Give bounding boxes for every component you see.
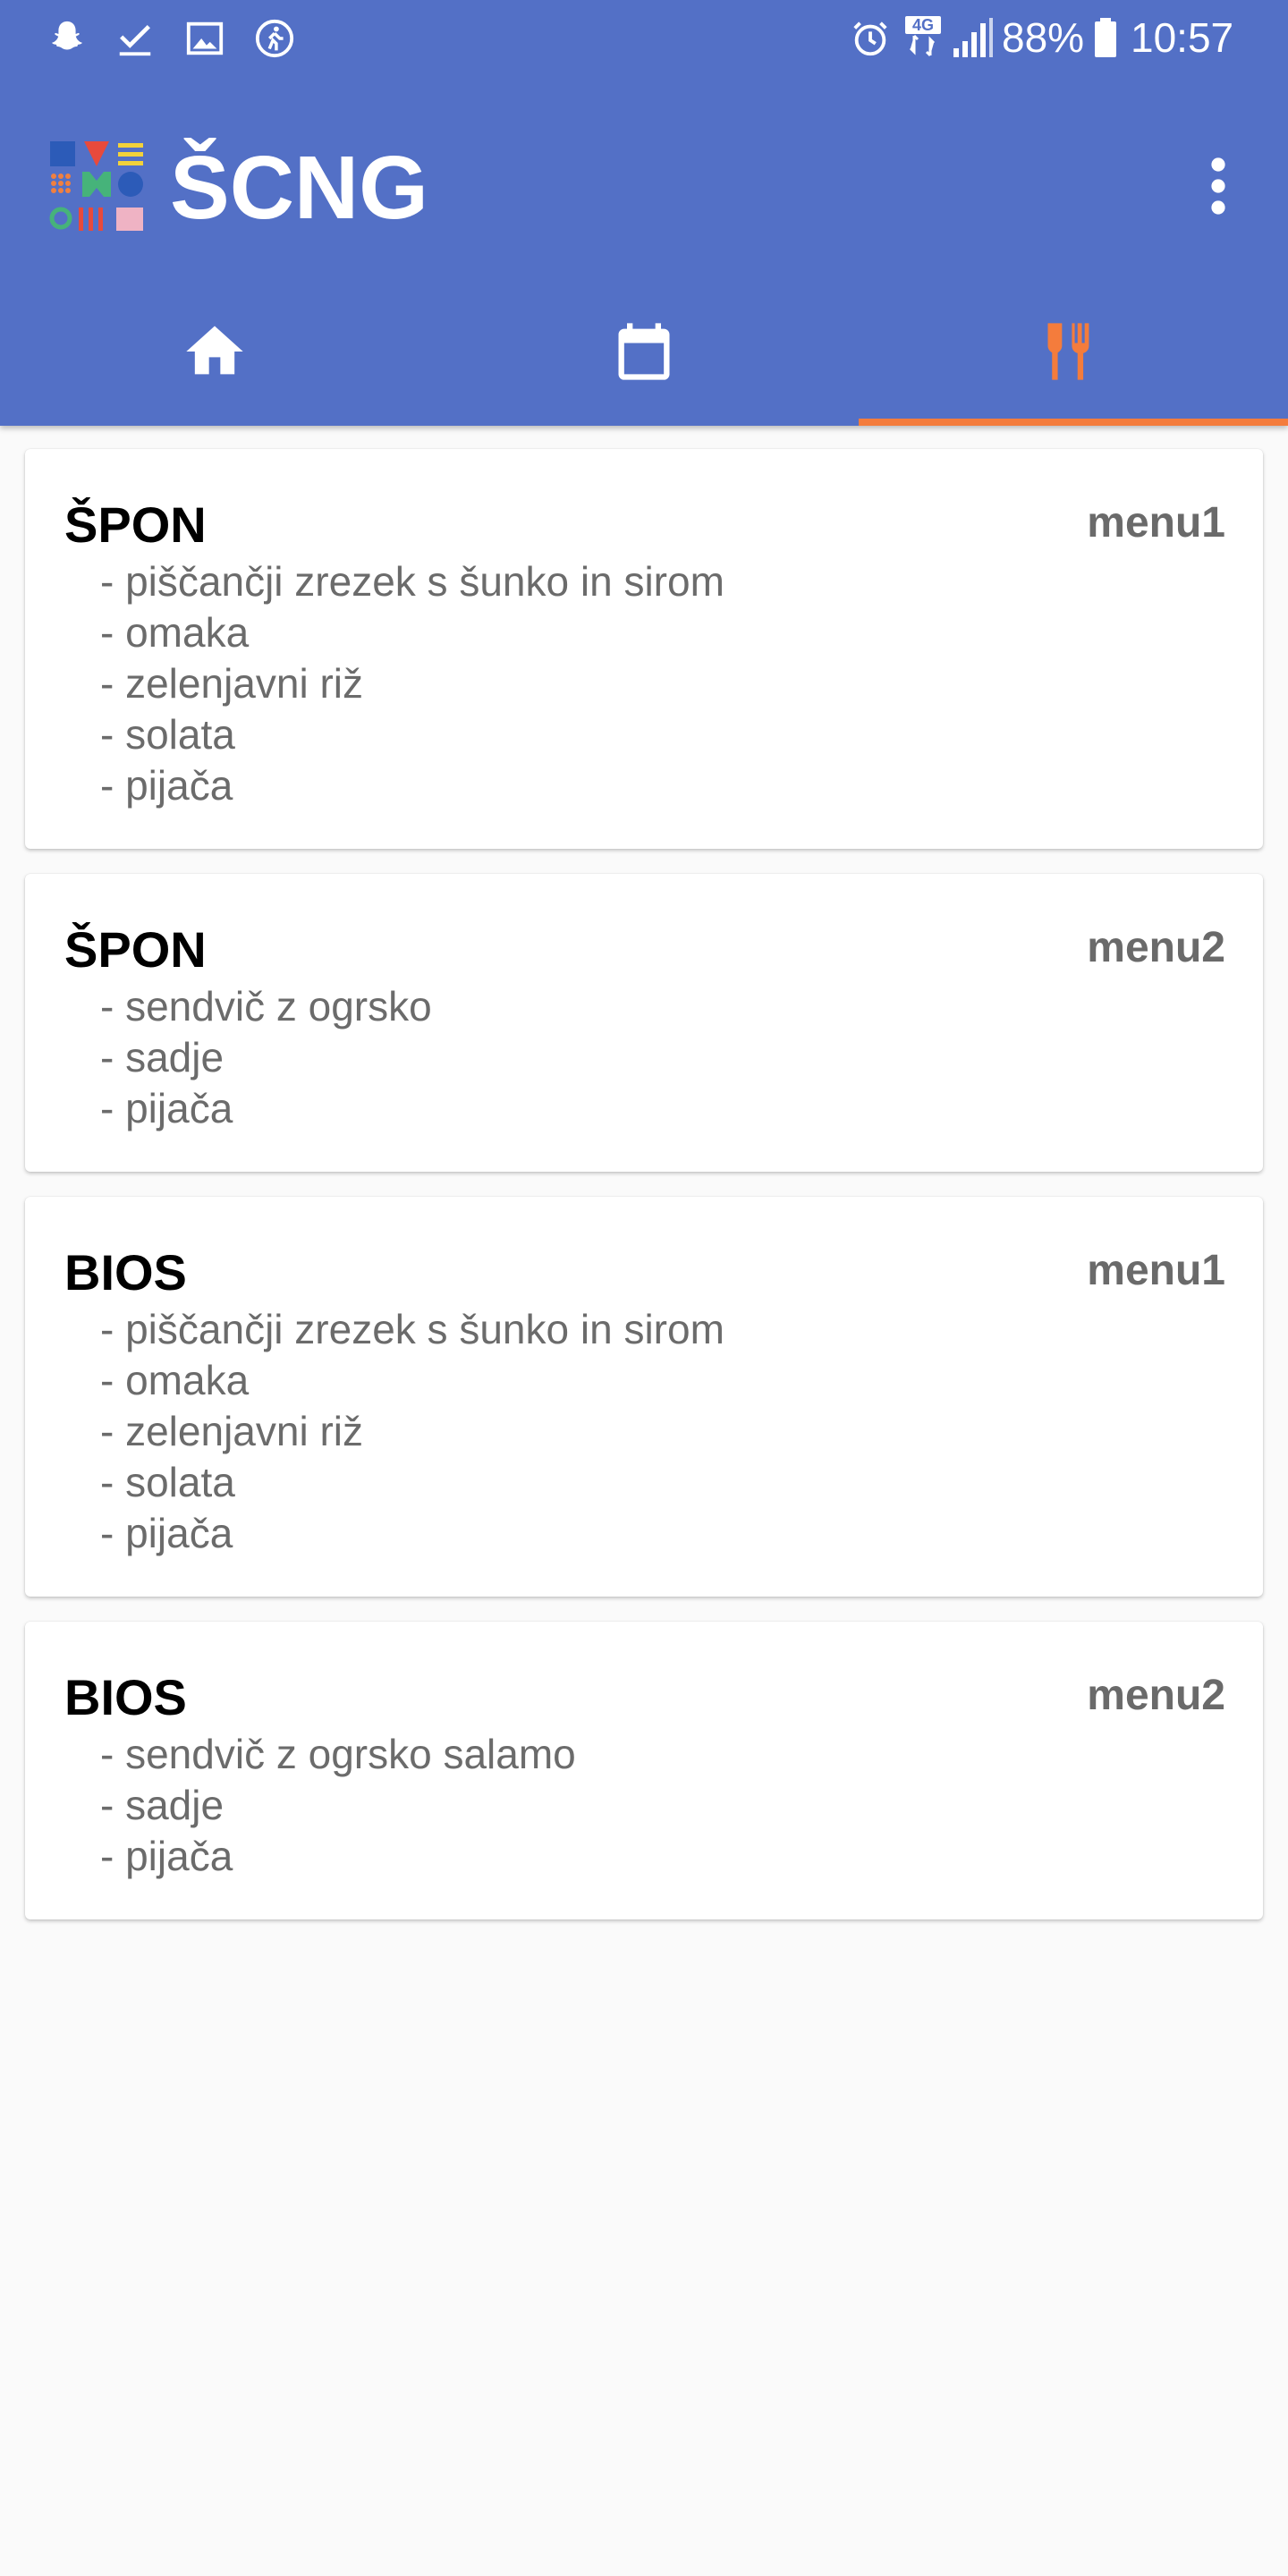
menu-list: ŠPON menu1 - piščančji zrezek s šunko in… [25,449,1263,1945]
tab-restaurant[interactable] [859,286,1288,426]
menu-item: - solata [100,1459,235,1505]
menu-item: - sadje [100,1034,225,1080]
network-4g-icon: 4G [905,16,941,61]
menu-card[interactable]: BIOS menu1 - piščančji zrezek s šunko in… [25,1197,1263,1597]
activity-icon [255,19,294,58]
alarm-icon [853,21,887,56]
image-icon [186,21,224,55]
card-title: BIOS [64,1669,187,1725]
menu-item: - zelenjavni riž [100,1408,363,1454]
tab-calendar[interactable] [429,286,859,426]
calendar-icon [618,323,670,380]
card-menu-label: menu2 [1087,924,1225,971]
status-bar: 4G 88% 10:57 [0,0,1288,75]
menu-item: - pijača [100,1510,233,1556]
card-title: BIOS [64,1244,187,1301]
menu-item: - solata [100,711,235,758]
tab-bar [0,286,1288,426]
card-menu-label: menu1 [1087,1247,1225,1294]
menu-item: - pijača [100,1833,233,1879]
tab-home[interactable] [0,286,429,426]
menu-items: - sendvič z ogrsko salamo - sadje - pija… [64,1729,1224,1882]
menu-item: - zelenjavni riž [100,660,363,707]
app-logo [48,138,145,234]
app-bar: 4G 88% 10:57 ŠCNG [0,0,1288,426]
clock: 10:57 [1131,14,1234,61]
signal-icon [953,18,993,57]
card-title: ŠPON [64,496,207,553]
menu-item: - sendvič z ogrsko [100,983,432,1030]
menu-item: - piščančji zrezek s šunko in sirom [100,1306,724,1352]
menu-item: - omaka [100,1357,250,1403]
menu-item: - sadje [100,1782,225,1828]
more-vert-icon [1211,157,1225,215]
menu-item: - omaka [100,609,250,656]
menu-card[interactable]: BIOS menu2 - sendvič z ogrsko salamo - s… [25,1622,1263,1919]
menu-items: - piščančji zrezek s šunko in sirom - om… [64,556,1224,811]
menu-item: - sendvič z ogrsko salamo [100,1731,576,1777]
menu-item: - pijača [100,1085,233,1131]
overflow-menu-button[interactable] [1199,157,1238,215]
app-title: ŠCNG [170,138,428,238]
network-label: 4G [905,16,941,34]
check-icon [119,24,151,56]
home-icon [186,326,243,375]
card-menu-label: menu1 [1087,499,1225,547]
battery-percentage: 88% [1002,14,1085,61]
menu-card[interactable]: ŠPON menu2 - sendvič z ogrsko - sadje - … [25,874,1263,1172]
menu-items: - sendvič z ogrsko - sadje - pijača [64,981,1224,1134]
menu-item: - pijača [100,762,233,809]
battery-icon [1095,18,1116,57]
menu-item: - piščančji zrezek s šunko in sirom [100,558,724,605]
menu-card[interactable]: ŠPON menu1 - piščančji zrezek s šunko in… [25,449,1263,849]
card-title: ŠPON [64,921,207,978]
snapchat-icon [52,21,82,50]
card-menu-label: menu2 [1087,1672,1225,1719]
restaurant-icon [1047,323,1089,380]
menu-items: - piščančji zrezek s šunko in sirom - om… [64,1304,1224,1559]
